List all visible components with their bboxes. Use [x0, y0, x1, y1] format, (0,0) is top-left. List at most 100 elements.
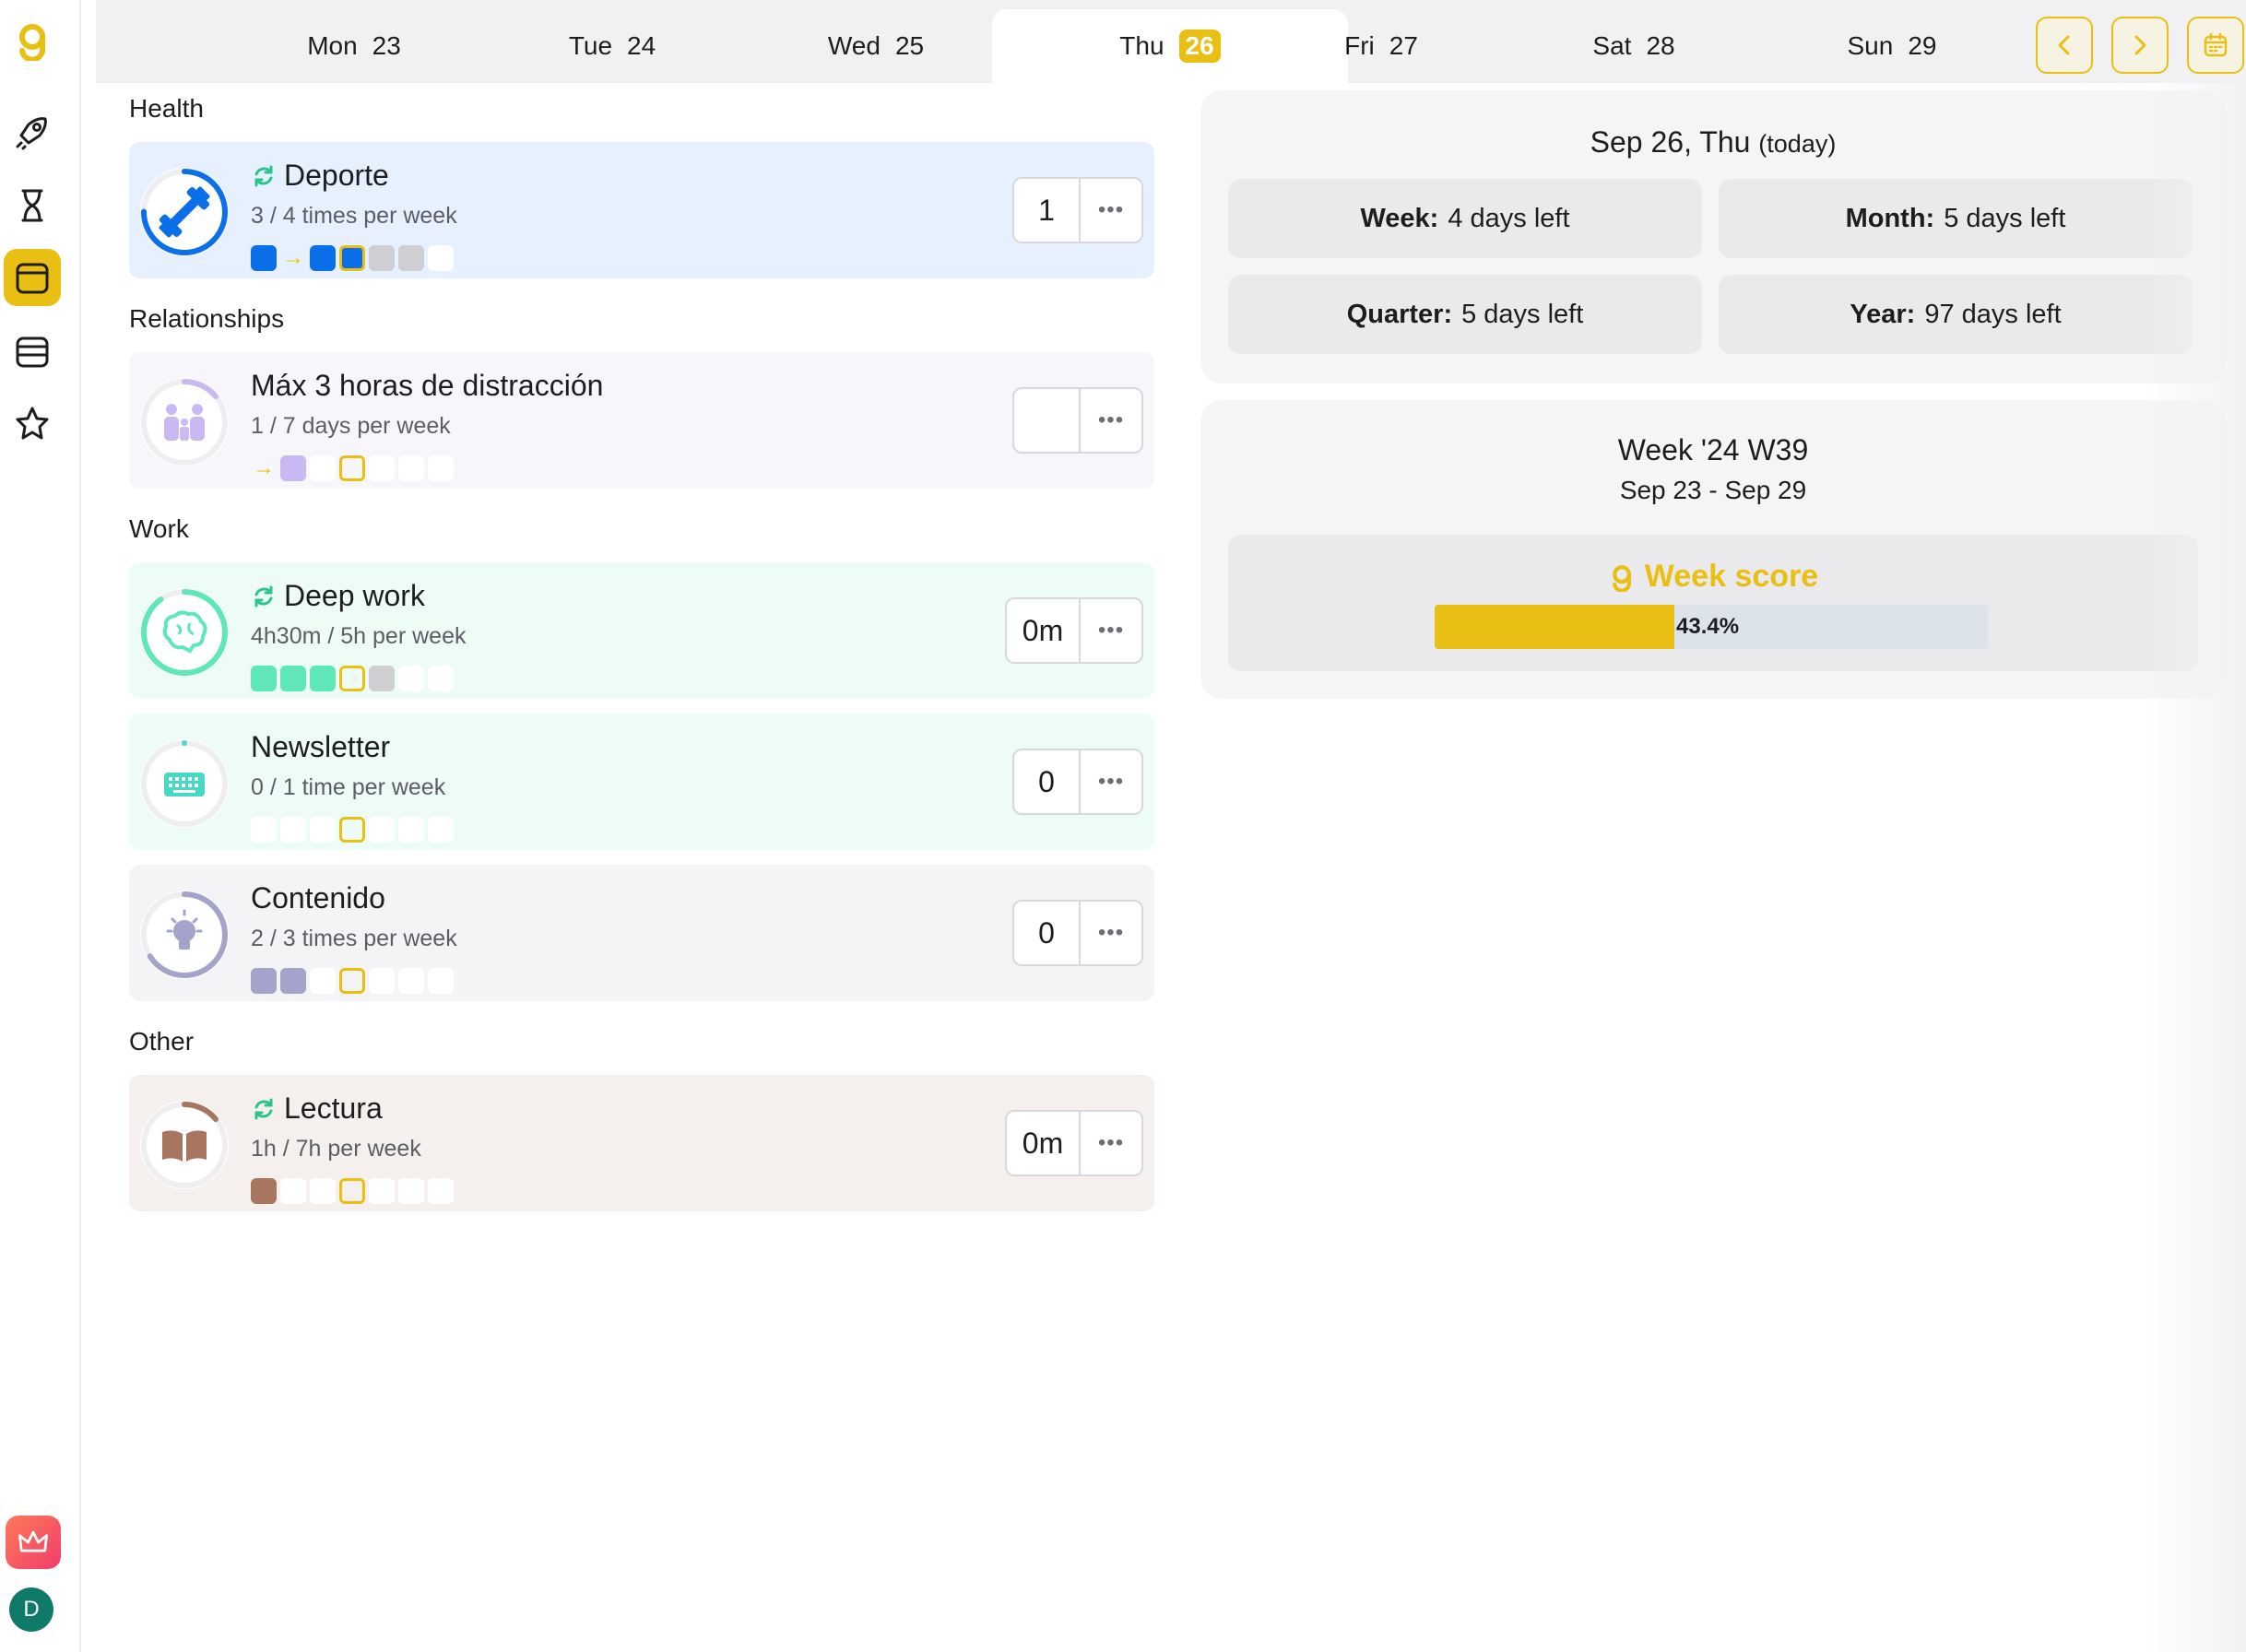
- habit-card[interactable]: Lectura 1h / 7h per week 0m •••: [129, 1075, 1154, 1211]
- habit-subtitle: 3 / 4 times per week: [251, 203, 457, 229]
- day-name: Fri: [1344, 31, 1375, 60]
- day-tab-mon[interactable]: Mon 23: [225, 9, 483, 83]
- calendar-day-icon[interactable]: [4, 249, 61, 306]
- day-name: Sat: [1592, 31, 1632, 60]
- hourglass-icon[interactable]: [4, 177, 61, 234]
- day-dot: [339, 245, 365, 271]
- habit-title: Contenido: [251, 881, 385, 914]
- sidebar: D: [0, 0, 81, 1652]
- avatar[interactable]: D: [9, 1587, 53, 1632]
- day-dot: [280, 666, 306, 691]
- stat-value: 4 days left: [1448, 203, 1570, 233]
- more-options-button[interactable]: •••: [1081, 1112, 1141, 1174]
- habit-title: Deep work: [284, 579, 425, 612]
- habit-card[interactable]: Máx 3 horas de distracción 1 / 7 days pe…: [129, 352, 1154, 489]
- star-icon[interactable]: [4, 395, 61, 452]
- more-options-button[interactable]: •••: [1081, 750, 1141, 813]
- day-tab-sat[interactable]: Sat 28: [1505, 9, 1763, 83]
- habit-title: Newsletter: [251, 730, 391, 763]
- day-number: 28: [1646, 31, 1675, 60]
- chevron-right-icon: [2134, 35, 2146, 55]
- day-dot: [369, 817, 395, 843]
- day-dot: [428, 245, 454, 271]
- avatar-initial: D: [23, 1597, 40, 1622]
- day-dot: [339, 1178, 365, 1204]
- day-dot: [310, 1178, 336, 1204]
- arrow-right-icon: →: [282, 245, 304, 270]
- day-name: Sun: [1847, 31, 1894, 60]
- day-dot: [428, 968, 454, 994]
- more-options-button[interactable]: •••: [1081, 389, 1141, 452]
- day-dot: [369, 245, 395, 271]
- day-dot: [369, 968, 395, 994]
- prev-week-button[interactable]: [2036, 17, 2093, 74]
- calendar-week-icon[interactable]: [4, 323, 61, 380]
- counter-value[interactable]: 1: [1014, 179, 1081, 242]
- day-dot: [369, 666, 395, 691]
- day-dot: [398, 245, 424, 271]
- stat-label: Quarter:: [1346, 299, 1453, 329]
- week-strip: Mon 23 Tue 24 Wed 25 Thu 26 Fri 27 Sat 28 Sun 2…: [96, 0, 2246, 83]
- day-number: 24: [627, 31, 656, 60]
- habit-counter: 1 •••: [1012, 177, 1143, 243]
- quarter-days-left: Quarter: 5 days left: [1228, 275, 1702, 354]
- week-dots: →: [251, 245, 454, 271]
- week-score-value: 43.4%: [1676, 614, 1740, 639]
- stat-label: Week:: [1360, 203, 1439, 233]
- stat-value: 5 days left: [1461, 299, 1584, 329]
- habit-card[interactable]: Deep work 4h30m / 5h per week 0m •••: [129, 562, 1154, 699]
- counter-value[interactable]: 0m: [1007, 1112, 1081, 1174]
- logo-g-icon: [1612, 564, 1631, 592]
- week-range: Sep 23 - Sep 29: [1619, 476, 1807, 504]
- more-options-button[interactable]: •••: [1081, 179, 1141, 242]
- habit-card[interactable]: Contenido 2 / 3 times per week 0 •••: [129, 865, 1154, 1001]
- logo-g-icon[interactable]: [13, 20, 52, 63]
- more-options-button[interactable]: •••: [1081, 599, 1141, 662]
- crown-icon[interactable]: [6, 1516, 61, 1569]
- group-label-work: Work: [129, 514, 189, 543]
- rocket-icon[interactable]: [4, 103, 61, 160]
- keyboard-icon: [164, 773, 205, 796]
- day-name: Tue: [568, 31, 613, 60]
- day-tab-fri[interactable]: Fri 27: [1252, 9, 1510, 83]
- date-text: Sep 26, Thu: [1590, 125, 1751, 159]
- habit-card[interactable]: Newsletter 0 / 1 time per week 0 •••: [129, 714, 1154, 850]
- habit-subtitle: 1h / 7h per week: [251, 1136, 421, 1162]
- habit-subtitle: 0 / 1 time per week: [251, 774, 446, 800]
- counter-value[interactable]: 0m: [1007, 599, 1081, 662]
- week-score-label: Week score: [1644, 559, 1819, 594]
- arrow-right-icon: →: [253, 455, 275, 480]
- counter-value[interactable]: [1014, 389, 1081, 452]
- day-dot: [398, 817, 424, 843]
- next-week-button[interactable]: [2111, 17, 2169, 74]
- repeat-icon: [254, 165, 273, 186]
- day-dot: [310, 245, 336, 271]
- day-tab-wed[interactable]: Wed 25: [747, 9, 1005, 83]
- group-label-relationships: Relationships: [129, 304, 285, 333]
- day-dot: [280, 968, 306, 994]
- day-number: 27: [1389, 31, 1418, 60]
- day-dot: [428, 455, 454, 481]
- day-tab-tue[interactable]: Tue 24: [483, 9, 741, 83]
- counter-value[interactable]: 0: [1014, 902, 1081, 964]
- day-dot: [339, 817, 365, 843]
- progress-ring: [140, 739, 229, 828]
- chevron-left-icon: [2058, 35, 2070, 55]
- day-dot: [398, 1178, 424, 1204]
- habit-subtitle: 2 / 3 times per week: [251, 926, 457, 951]
- day-dot: [280, 1178, 306, 1204]
- day-tab-sun[interactable]: Sun 29: [1763, 9, 2021, 83]
- today-panel: Sep 26, Thu (today) Week: 4 days left Mon…: [1200, 90, 2226, 384]
- more-options-button[interactable]: •••: [1081, 902, 1141, 964]
- edge-fade: [2145, 83, 2246, 1652]
- day-dot: [428, 1178, 454, 1204]
- habit-subtitle: 1 / 7 days per week: [251, 413, 451, 439]
- habit-counter: •••: [1012, 387, 1143, 454]
- habit-title: Máx 3 horas de distracción: [251, 369, 604, 402]
- calendar-picker-button[interactable]: [2187, 17, 2244, 74]
- habit-card[interactable]: Deporte 3 / 4 times per week → 1 •••: [129, 142, 1154, 278]
- counter-value[interactable]: 0: [1014, 750, 1081, 813]
- day-number-badge: 26: [1178, 30, 1221, 63]
- week-title: Week '24 W39: [1617, 433, 1809, 466]
- progress-ring: [140, 1101, 229, 1189]
